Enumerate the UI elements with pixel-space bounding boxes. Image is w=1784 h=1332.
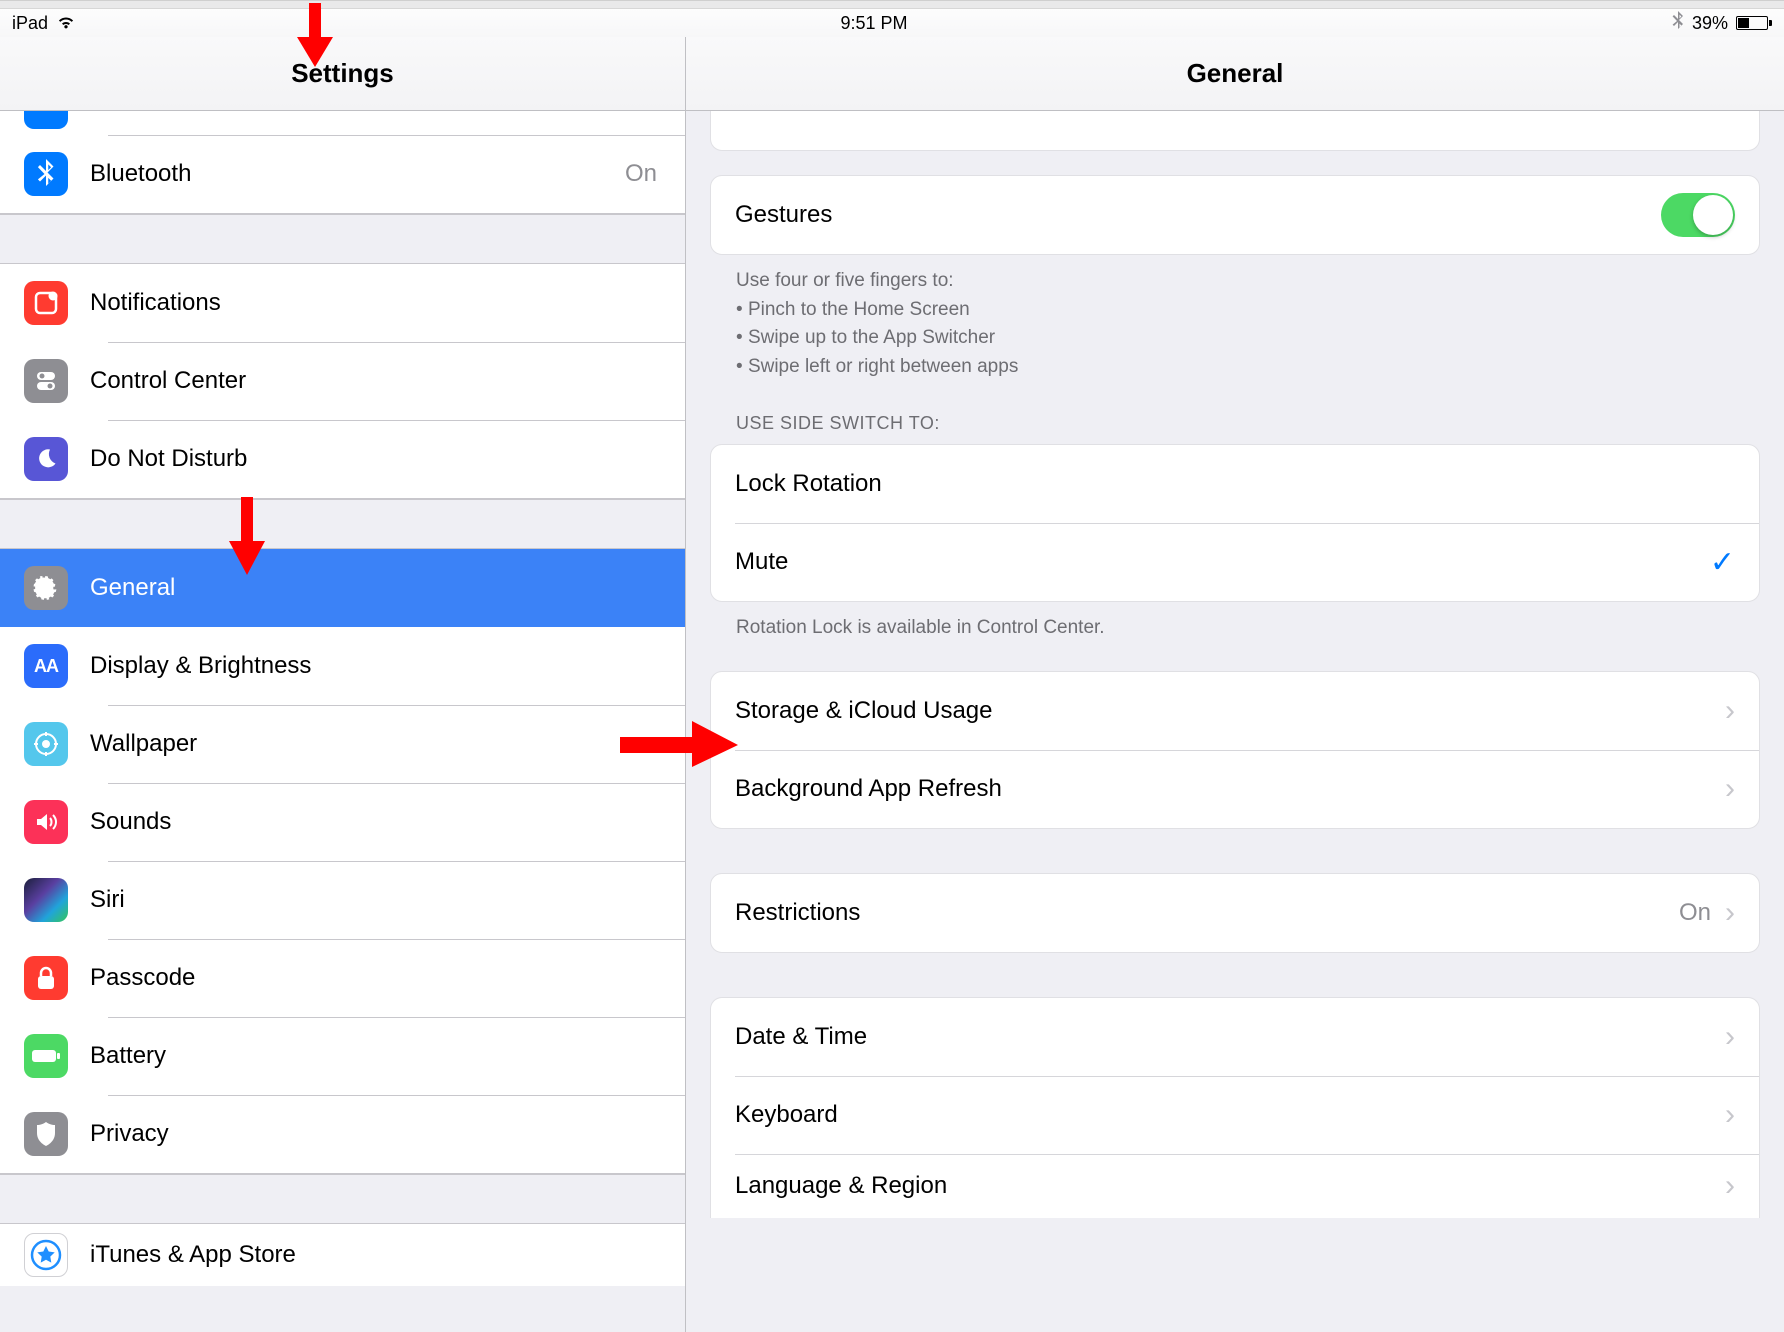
row-restrictions[interactable]: Restrictions On › (711, 874, 1759, 952)
row-value: On (1679, 899, 1711, 927)
notifications-icon (24, 281, 68, 325)
settings-sidebar: Settings Bluetooth On (0, 37, 686, 1332)
sidebar-item-sounds[interactable]: Sounds (0, 783, 685, 861)
sidebar-item-passcode[interactable]: Passcode (0, 939, 685, 1017)
checkmark-icon: ✓ (1710, 545, 1735, 580)
row-label: Gestures (735, 201, 1661, 229)
gestures-bullet: Pinch to the Home Screen (748, 299, 970, 320)
row-background-refresh[interactable]: Background App Refresh › (711, 750, 1759, 828)
sidebar-item-control-center[interactable]: Control Center (0, 342, 685, 420)
battery-percent: 39% (1692, 13, 1728, 34)
row-mute[interactable]: Mute ✓ (711, 523, 1759, 601)
sounds-icon (24, 800, 68, 844)
sidebar-item-label: Notifications (90, 289, 685, 317)
sidebar-item-privacy[interactable]: Privacy (0, 1095, 685, 1173)
device-name: iPad (12, 13, 48, 34)
row-date-time[interactable]: Date & Time › (711, 998, 1759, 1076)
row-lock-rotation[interactable]: Lock Rotation (711, 445, 1759, 523)
sidebar-item-label: Display & Brightness (90, 652, 685, 680)
sidebar-item-dnd[interactable]: Do Not Disturb (0, 420, 685, 498)
detail-pane: General Gestures Use four or five finger… (686, 37, 1784, 1332)
sidebar-item-label: iTunes & App Store (90, 1241, 685, 1269)
sidebar-title: Settings (0, 37, 685, 111)
clock: 9:51 PM (840, 13, 907, 33)
gestures-bullet: Swipe left or right between apps (748, 356, 1018, 377)
general-icon (24, 566, 68, 610)
siri-icon (24, 878, 68, 922)
control-center-icon (24, 359, 68, 403)
sidebar-item-label: Siri (90, 886, 685, 914)
row-label: Language & Region (735, 1172, 1725, 1200)
row-language-region[interactable]: Language & Region › (711, 1154, 1759, 1218)
prev-item-icon (24, 111, 68, 129)
sidebar-item-display[interactable]: AA Display & Brightness (0, 627, 685, 705)
row-gestures[interactable]: Gestures (711, 176, 1759, 254)
row-label: Storage & iCloud Usage (735, 697, 1725, 725)
sidebar-item-label: Sounds (90, 808, 685, 836)
sidebar-item-label: Control Center (90, 367, 685, 395)
sidebar-item-label: Passcode (90, 964, 685, 992)
side-switch-footer: Rotation Lock is available in Control Ce… (710, 602, 1760, 647)
chevron-right-icon: › (1725, 1020, 1735, 1054)
sidebar-item-label: Bluetooth (90, 160, 625, 188)
row-label: Background App Refresh (735, 775, 1725, 803)
sidebar-item-label: Wallpaper (90, 730, 685, 758)
sidebar-item-general[interactable]: General (0, 549, 685, 627)
sidebar-item-truncated[interactable] (0, 111, 685, 135)
sidebar-item-notifications[interactable]: Notifications (0, 264, 685, 342)
chevron-right-icon: › (1725, 896, 1735, 930)
row-label: Mute (735, 548, 1710, 576)
chevron-right-icon: › (1725, 1169, 1735, 1203)
sidebar-item-siri[interactable]: Siri (0, 861, 685, 939)
chevron-right-icon: › (1725, 1098, 1735, 1132)
wifi-icon (56, 13, 76, 34)
row-label: Restrictions (735, 899, 1679, 927)
wallpaper-icon (24, 722, 68, 766)
row-label: Date & Time (735, 1023, 1725, 1051)
row-label: Lock Rotation (735, 470, 1735, 498)
gestures-bullet: Swipe up to the App Switcher (748, 327, 995, 348)
row-keyboard[interactable]: Keyboard › (711, 1076, 1759, 1154)
gestures-footer: Use four or five fingers to: • Pinch to … (710, 255, 1760, 385)
display-icon: AA (24, 644, 68, 688)
privacy-icon (24, 1112, 68, 1156)
previous-group-slice (710, 111, 1760, 151)
battery-settings-icon (24, 1034, 68, 1078)
sidebar-item-detail: On (625, 160, 685, 188)
sidebar-item-label: General (90, 574, 685, 602)
sidebar-item-battery[interactable]: Battery (0, 1017, 685, 1095)
chevron-right-icon: › (1725, 772, 1735, 806)
row-label: Keyboard (735, 1101, 1725, 1129)
sidebar-item-wallpaper[interactable]: Wallpaper (0, 705, 685, 783)
window-chrome-strip (0, 0, 1784, 9)
sidebar-item-label: Battery (90, 1042, 685, 1070)
sidebar-item-bluetooth[interactable]: Bluetooth On (0, 135, 685, 213)
sidebar-item-itunes[interactable]: iTunes & App Store (0, 1224, 685, 1286)
status-bar: iPad 9:51 PM 39% (0, 9, 1784, 37)
passcode-icon (24, 956, 68, 1000)
side-switch-header: USE SIDE SWITCH TO: (710, 385, 1760, 444)
row-storage[interactable]: Storage & iCloud Usage › (711, 672, 1759, 750)
sidebar-item-label: Do Not Disturb (90, 445, 685, 473)
gestures-footer-intro: Use four or five fingers to: (736, 267, 1734, 296)
gestures-toggle[interactable] (1661, 193, 1735, 237)
battery-icon (1736, 16, 1772, 30)
appstore-icon (24, 1233, 68, 1277)
detail-title: General (686, 37, 1784, 111)
bluetooth-icon (1672, 11, 1684, 36)
dnd-icon (24, 437, 68, 481)
bluetooth-icon (24, 152, 68, 196)
chevron-right-icon: › (1725, 694, 1735, 728)
sidebar-item-label: Privacy (90, 1120, 685, 1148)
